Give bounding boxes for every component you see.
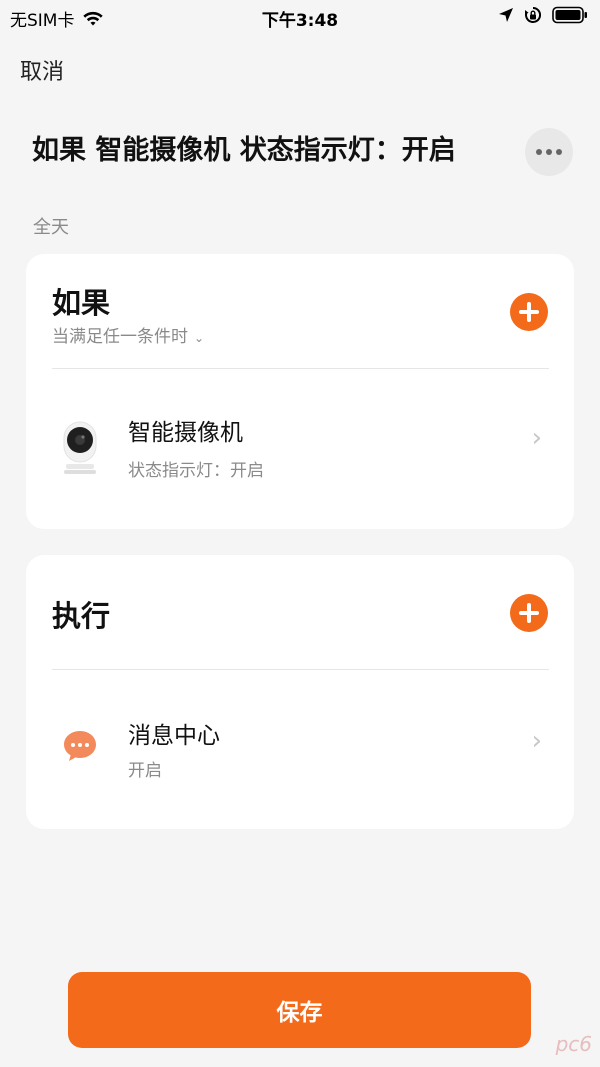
chevron-down-icon: ⌄ [194,331,205,345]
message-center-icon [62,728,98,764]
page-title: 如果 智能摄像机 状态指示灯：开启 [32,135,456,166]
location-icon [498,7,514,23]
condition-mode-label: 当满足任一条件时 [52,327,188,347]
more-icon-dot [556,149,562,155]
condition-device-name: 智能摄像机 [128,420,243,446]
condition-mode-selector[interactable]: 当满足任一条件时 ⌄ [52,322,204,347]
chevron-right-icon: › [531,726,542,756]
more-icon [536,149,542,155]
battery-icon [552,6,588,24]
cancel-button[interactable]: 取消 [20,54,64,86]
plus-icon-bar [519,611,539,615]
add-condition-button[interactable] [510,293,548,331]
divider [52,669,549,670]
watermark-logo: pc6 [555,1032,592,1056]
action-section-title: 执行 [52,599,111,633]
status-right [498,6,588,24]
more-button[interactable] [525,128,573,176]
more-icon-dot [546,149,552,155]
rotation-lock-icon [524,6,542,24]
chevron-right-icon: › [531,423,542,453]
action-detail: 开启 [128,761,162,781]
condition-detail: 状态指示灯：开启 [128,461,264,481]
save-button[interactable]: 保存 [68,972,531,1048]
schedule-label[interactable]: 全天 [33,213,69,239]
camera-device-icon [60,420,100,476]
plus-icon-bar [519,310,539,314]
divider [52,368,549,369]
add-action-button[interactable] [510,594,548,632]
if-section-title: 如果 [52,286,111,320]
status-bar: 无SIM卡 下午3:48 [0,0,600,34]
action-name: 消息中心 [128,723,220,749]
